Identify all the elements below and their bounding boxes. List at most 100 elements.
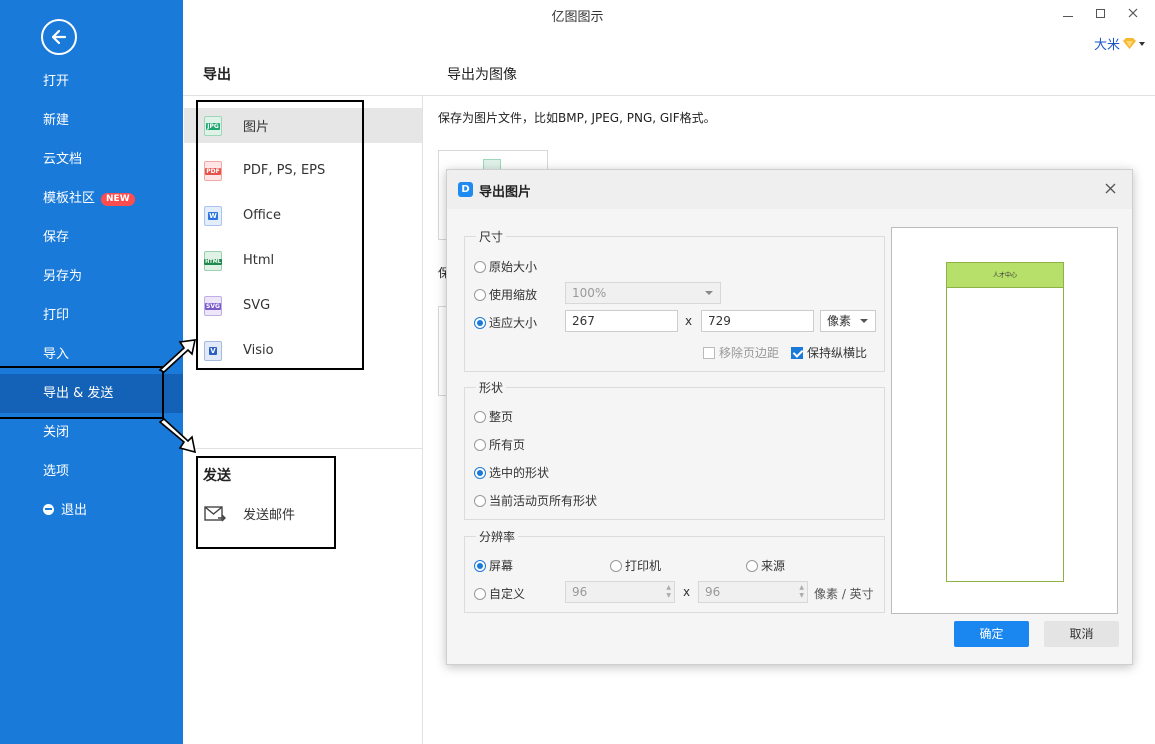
column-divider bbox=[422, 96, 423, 744]
preview-shape-header: 人才中心 bbox=[947, 263, 1063, 288]
radio-fit-size[interactable]: 适应大小 bbox=[474, 314, 537, 331]
height-input[interactable]: 729 bbox=[701, 310, 814, 332]
sidebar-item-label: 打印 bbox=[43, 308, 70, 323]
sidebar-item-label: 另存为 bbox=[43, 269, 83, 284]
dialog-close-button[interactable] bbox=[1105, 179, 1116, 199]
checkbox-label: 保持纵横比 bbox=[807, 346, 868, 360]
sidebar-item-exit[interactable]: 退出 bbox=[0, 491, 183, 530]
radio-button bbox=[474, 438, 486, 451]
minimize-button[interactable] bbox=[1056, 3, 1080, 23]
dpi-y-input[interactable]: 96 ▲ ▼ bbox=[698, 581, 808, 603]
sidebar-item-open[interactable]: 打开 bbox=[0, 62, 183, 101]
width-input[interactable]: 267 bbox=[565, 310, 678, 332]
sidebar-item-save[interactable]: 保存 bbox=[0, 218, 183, 257]
radio-button bbox=[746, 559, 758, 572]
radio-active-page-shapes[interactable]: 当前活动页所有形状 bbox=[474, 492, 597, 509]
radio-button bbox=[474, 587, 486, 600]
radio-custom[interactable]: 自定义 bbox=[474, 585, 525, 602]
chevron-down-icon bbox=[705, 291, 713, 295]
back-button[interactable] bbox=[41, 19, 77, 55]
dpi-x-input[interactable]: 96 ▲ ▼ bbox=[565, 581, 675, 603]
preview-shape: 人才中心 bbox=[946, 262, 1064, 582]
keep-ratio-checkbox[interactable]: 保持纵横比 bbox=[791, 344, 867, 361]
radio-button bbox=[474, 288, 486, 301]
radio-label: 使用缩放 bbox=[489, 288, 538, 302]
radio-label: 屏幕 bbox=[489, 559, 514, 573]
zoom-select[interactable]: 100% bbox=[565, 282, 721, 304]
sidebar-item-label: 模板社区 bbox=[43, 191, 96, 206]
radio-source[interactable]: 来源 bbox=[746, 557, 785, 574]
radio-label: 打印机 bbox=[625, 559, 662, 573]
radio-selected-shapes[interactable]: 选中的形状 bbox=[474, 464, 549, 481]
radio-button bbox=[474, 316, 486, 329]
maximize-icon bbox=[1095, 8, 1105, 18]
window-close-button[interactable] bbox=[1121, 3, 1145, 23]
radio-label: 整页 bbox=[489, 410, 514, 424]
annotation-arrows bbox=[158, 339, 197, 454]
sidebar-item-label: 云文档 bbox=[43, 152, 83, 167]
close-icon bbox=[1105, 183, 1116, 194]
user-menu[interactable]: 大米 bbox=[1094, 34, 1145, 53]
sidebar-item-save-as[interactable]: 另存为 bbox=[0, 257, 183, 296]
radio-use-zoom[interactable]: 使用缩放 bbox=[474, 286, 537, 303]
shape-group: 形状 整页 所有页 选中的形状 当前活动页所有形状 bbox=[464, 379, 885, 520]
sidebar-item-label: 退出 bbox=[61, 503, 88, 518]
radio-label: 当前活动页所有形状 bbox=[489, 494, 598, 508]
vip-diamond-icon bbox=[1123, 38, 1136, 49]
stepper-arrows-icon: ▲ ▼ bbox=[799, 584, 804, 599]
radio-button bbox=[474, 559, 486, 572]
arrow-left-icon bbox=[51, 29, 67, 45]
radio-button bbox=[610, 559, 622, 572]
sidebar-item-new[interactable]: 新建 bbox=[0, 101, 183, 140]
radio-label: 所有页 bbox=[489, 438, 526, 452]
main-heading: 导出为图像 bbox=[447, 67, 517, 83]
minimize-icon bbox=[1063, 15, 1073, 17]
dialog-title: 导出图片 bbox=[479, 185, 532, 200]
radio-button bbox=[474, 260, 486, 273]
stepper-arrows-icon: ▲ ▼ bbox=[666, 584, 671, 599]
main-description: 保存为图片文件，比如BMP, JPEG, PNG, GIF格式。 bbox=[438, 111, 716, 125]
close-icon bbox=[1128, 8, 1138, 18]
radio-label: 选中的形状 bbox=[489, 466, 550, 480]
radio-original-size[interactable]: 原始大小 bbox=[474, 258, 537, 275]
unit-select[interactable]: 像素 bbox=[820, 310, 876, 332]
sidebar-item-label: 新建 bbox=[43, 113, 70, 128]
remove-margin-checkbox[interactable]: 移除页边距 bbox=[703, 344, 779, 361]
dpi-unit-label: 像素 / 英寸 bbox=[814, 587, 874, 601]
export-section-title: 导出 bbox=[203, 67, 231, 83]
preview-panel: 人才中心 bbox=[891, 227, 1118, 614]
dialog-header: D 导出图片 bbox=[447, 170, 1132, 209]
cancel-button[interactable]: 取消 bbox=[1044, 621, 1119, 647]
annotation-box-export-send bbox=[0, 366, 164, 419]
radio-printer[interactable]: 打印机 bbox=[610, 557, 661, 574]
maximize-button[interactable] bbox=[1088, 3, 1112, 23]
sidebar-item-template-community[interactable]: 模板社区 NEW bbox=[0, 179, 183, 218]
width-value: 267 bbox=[572, 314, 595, 328]
exit-icon bbox=[43, 504, 54, 515]
radio-all-pages[interactable]: 所有页 bbox=[474, 436, 525, 453]
checkbox-label: 移除页边距 bbox=[719, 346, 780, 360]
radio-screen[interactable]: 屏幕 bbox=[474, 557, 513, 574]
radio-label: 自定义 bbox=[489, 587, 526, 601]
zoom-value: 100% bbox=[572, 286, 607, 300]
radio-whole-page[interactable]: 整页 bbox=[474, 408, 513, 425]
ok-button[interactable]: 确定 bbox=[954, 621, 1029, 647]
radio-label: 原始大小 bbox=[489, 260, 538, 274]
checkbox bbox=[791, 346, 803, 359]
user-name: 大米 bbox=[1093, 38, 1120, 53]
sidebar-item-label: 关闭 bbox=[43, 425, 70, 440]
radio-label: 适应大小 bbox=[489, 316, 538, 330]
size-group: 尺寸 原始大小 使用缩放 100% 适应大小 267 x 729 像素 移除页边… bbox=[464, 228, 885, 372]
dpi-x-separator: x bbox=[683, 585, 691, 599]
sidebar-item-cloud-docs[interactable]: 云文档 bbox=[0, 140, 183, 179]
group-title: 分辨率 bbox=[476, 528, 519, 545]
new-badge: NEW bbox=[101, 193, 135, 206]
annotation-box-formats bbox=[196, 100, 364, 370]
radio-button bbox=[474, 466, 486, 479]
dpi-x-value: 96 bbox=[572, 585, 588, 599]
annotation-box-send bbox=[196, 456, 336, 549]
dpi-y-value: 96 bbox=[705, 585, 721, 599]
sidebar-item-label: 保存 bbox=[43, 230, 70, 245]
radio-button bbox=[474, 494, 486, 507]
unit-value: 像素 bbox=[827, 314, 852, 328]
